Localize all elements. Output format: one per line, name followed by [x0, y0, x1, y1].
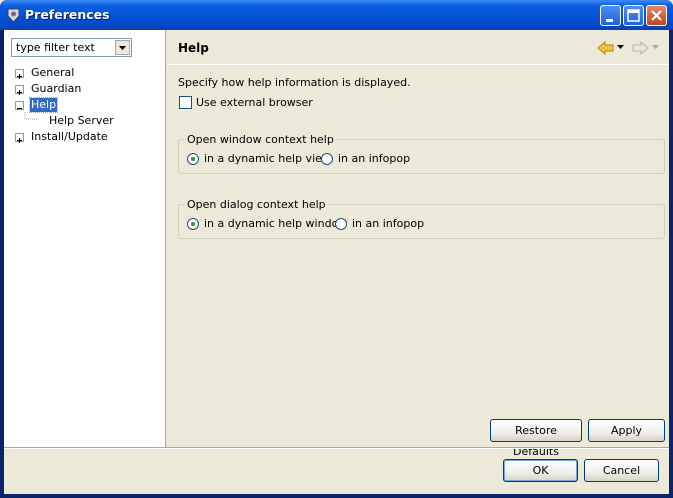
radio-label: in an infopop: [338, 152, 411, 165]
tree-connector: [24, 112, 38, 120]
tree-item-label: Install/Update: [31, 130, 108, 143]
maximize-button[interactable]: [623, 5, 644, 26]
back-arrow-icon[interactable]: [597, 40, 615, 56]
dialog-dynamic-help-radio[interactable]: [187, 218, 199, 230]
external-browser-checkbox[interactable]: [179, 96, 192, 109]
tree-item-label: Help Server: [49, 114, 114, 127]
page-title: Help: [178, 41, 209, 55]
window-infopop-radio[interactable]: [321, 153, 333, 165]
window-title: Preferences: [25, 7, 110, 22]
radio-label: in an infopop: [352, 217, 425, 230]
ok-button[interactable]: OK: [503, 459, 578, 482]
nav-arrows: [597, 40, 661, 58]
apply-button[interactable]: Apply: [588, 419, 665, 442]
external-browser-label: Use external browser: [196, 96, 313, 109]
page-description: Specify how help information is displaye…: [178, 76, 411, 89]
minimize-button[interactable]: [600, 5, 621, 26]
back-menu-chevron-icon[interactable]: [617, 45, 625, 51]
forward-arrow-icon: [632, 40, 649, 56]
close-icon: [651, 10, 662, 21]
minimize-icon: [606, 19, 613, 22]
preferences-window: Preferences type filter text General Gua…: [0, 0, 673, 498]
expand-icon[interactable]: [15, 69, 24, 79]
filter-dropdown-button[interactable]: [115, 40, 130, 55]
dialog-client-area: type filter text General Guardian Help H…: [4, 30, 669, 494]
collapse-icon[interactable]: [15, 101, 24, 110]
close-button[interactable]: [646, 5, 667, 26]
preference-page: Help Specify how help information is dis…: [167, 30, 669, 458]
dialog-context-help-group: Open dialog context help in a dynamic he…: [178, 198, 665, 239]
restore-defaults-button[interactable]: Restore Defaults: [490, 419, 582, 458]
page-header: Help: [167, 30, 669, 65]
dialog-infopop-radio[interactable]: [335, 218, 347, 230]
chevron-down-icon: [119, 46, 126, 50]
preferences-tree-panel: type filter text General Guardian Help H…: [4, 30, 166, 447]
maximize-icon: [627, 9, 640, 22]
radio-label: in a dynamic help window: [204, 217, 348, 230]
window-dynamic-help-radio[interactable]: [187, 153, 199, 165]
app-icon: [7, 8, 20, 23]
forward-menu-chevron-icon: [652, 45, 659, 49]
title-bar[interactable]: Preferences: [0, 0, 673, 30]
filter-combo[interactable]: type filter text: [11, 38, 132, 57]
tree-item-label: Help: [28, 97, 59, 113]
dialog-separator: [4, 447, 669, 449]
tree-item-label: General: [31, 66, 75, 79]
expand-icon[interactable]: [15, 85, 24, 95]
window-context-help-group: Open window context help in a dynamic he…: [178, 133, 665, 174]
filter-input[interactable]: type filter text: [16, 41, 95, 54]
tree-item-label: Guardian: [31, 82, 82, 95]
group-legend: Open window context help: [185, 133, 336, 146]
group-legend: Open dialog context help: [185, 198, 328, 211]
cancel-button[interactable]: Cancel: [584, 459, 659, 482]
radio-label: in a dynamic help view: [204, 152, 331, 165]
expand-icon[interactable]: [15, 133, 24, 143]
